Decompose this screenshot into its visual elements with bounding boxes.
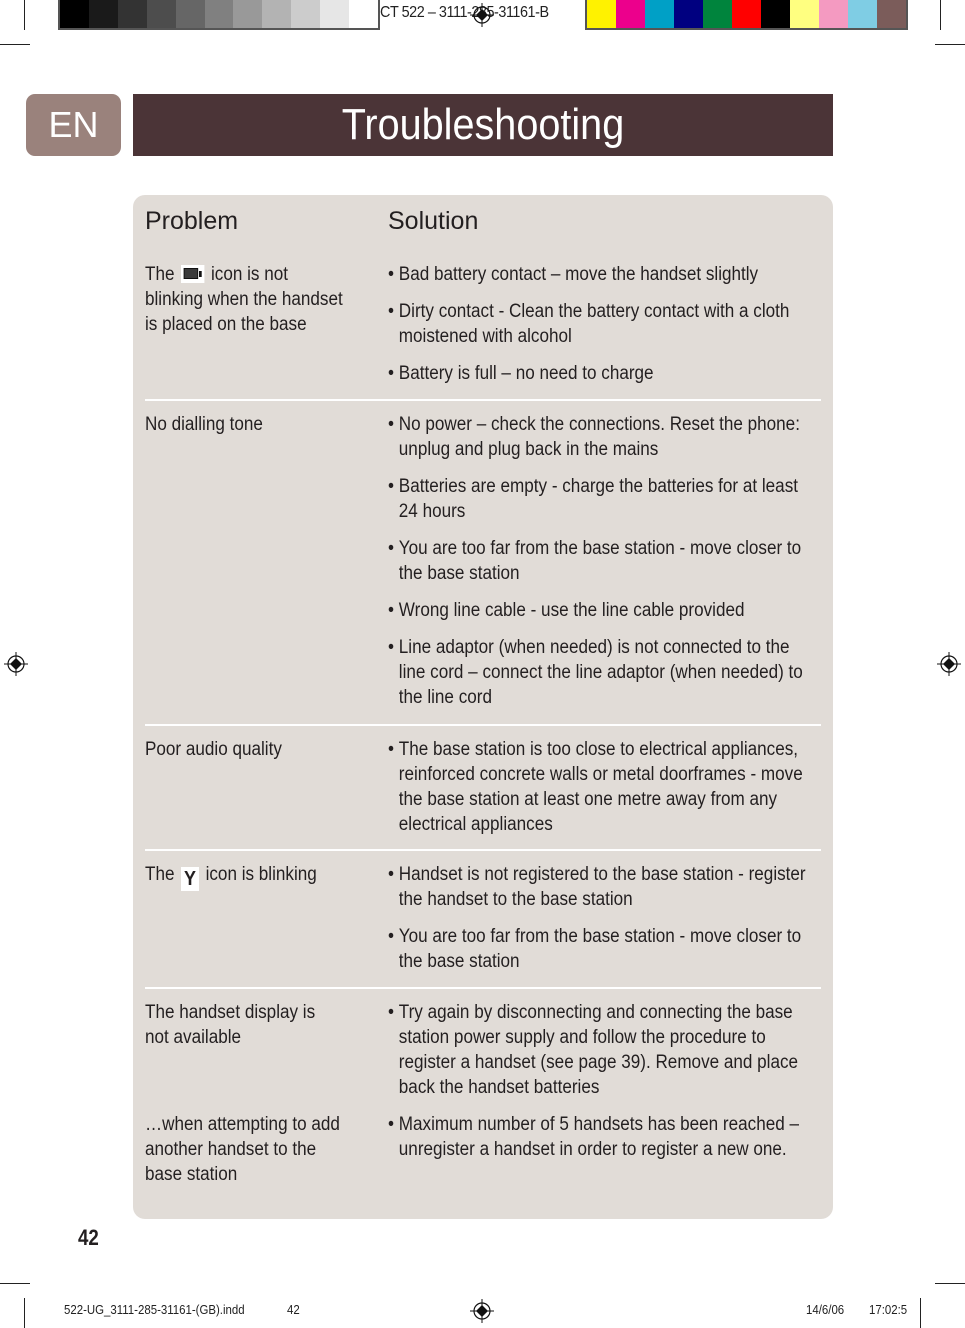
color-swatch — [262, 0, 292, 28]
troubleshooting-table: Problem Solution The icon is not blinkin… — [133, 195, 833, 1219]
crop-mark — [935, 1283, 965, 1284]
problem-cell: The handset display is not available — [145, 1002, 316, 1048]
problem-text: The — [145, 264, 175, 285]
color-swatch — [349, 0, 378, 28]
table-row: The icon is not blinking when the handse… — [145, 262, 821, 401]
solution-item: Wrong line cable - use the line cable pr… — [388, 598, 811, 623]
crop-mark — [940, 0, 941, 30]
solution-cell: Try again by disconnecting and connectin… — [388, 1000, 811, 1112]
solution-cell: Bad battery contact – move the handset s… — [388, 262, 811, 398]
solution-item: You are too far from the base station - … — [388, 924, 811, 974]
crop-mark — [24, 0, 25, 30]
color-swatch — [790, 0, 819, 28]
color-swatch — [60, 0, 89, 28]
slug-file-name: 522-UG_3111-285-31161-(GB).indd — [64, 1302, 245, 1317]
page-title: Troubleshooting — [341, 100, 625, 149]
table-row: The Y icon is blinking Handset is not re… — [145, 862, 821, 989]
solution-item: The base station is too close to electri… — [388, 737, 811, 837]
crop-mark — [24, 1298, 25, 1328]
problem-cell: Poor audio quality — [145, 739, 282, 760]
solution-item: Dirty contact - Clean the battery contac… — [388, 299, 811, 349]
solution-cell: Maximum number of 5 handsets has been re… — [388, 1112, 811, 1174]
solution-item: Try again by disconnecting and connectin… — [388, 1000, 811, 1100]
solution-item: Battery is full – no need to charge — [388, 361, 811, 386]
page-number: 42 — [78, 1225, 99, 1250]
color-swatch — [175, 0, 205, 28]
color-swatch — [320, 0, 350, 28]
table-row: The handset display is not available Try… — [145, 1000, 821, 1110]
table-row: Poor audio quality The base station is t… — [145, 737, 821, 851]
row-divider — [145, 724, 821, 726]
row-divider — [145, 987, 821, 989]
problem-cell: No dialling tone — [145, 414, 263, 435]
color-swatch — [88, 0, 118, 28]
registration-mark-icon — [470, 1299, 494, 1323]
table-row: …when attempting to add another handset … — [145, 1112, 821, 1202]
color-swatch — [616, 0, 645, 28]
problem-column-header: Problem — [145, 207, 239, 235]
antenna-icon: Y — [181, 867, 200, 891]
slug-page-number: 42 — [287, 1302, 300, 1317]
solution-cell: The base station is too close to electri… — [388, 737, 811, 849]
color-swatch — [233, 0, 263, 28]
row-divider — [145, 849, 821, 851]
battery-icon — [181, 265, 205, 283]
problem-cell: The icon is not blinking when the handse… — [145, 262, 343, 337]
solution-item: Line adaptor (when needed) is not connec… — [388, 635, 811, 710]
color-swatch — [204, 0, 234, 28]
language-tab: EN — [26, 94, 121, 156]
registration-mark-icon — [4, 652, 28, 676]
crop-mark — [0, 1283, 30, 1284]
solution-cell: No power – check the connections. Reset … — [388, 412, 811, 722]
solution-column-header: Solution — [388, 207, 479, 235]
color-swatch — [291, 0, 321, 28]
color-swatch — [117, 0, 147, 28]
row-divider — [145, 399, 821, 401]
registration-mark-icon — [470, 3, 494, 27]
solution-item: Maximum number of 5 handsets has been re… — [388, 1112, 811, 1162]
process-color-bar — [585, 0, 908, 30]
problem-cell: …when attempting to add another handset … — [145, 1114, 340, 1185]
solution-item: You are too far from the base station - … — [388, 536, 811, 586]
slug-date: 14/6/06 — [806, 1302, 845, 1317]
color-swatch — [732, 0, 761, 28]
color-swatch — [146, 0, 176, 28]
solution-item: Bad battery contact – move the handset s… — [388, 262, 811, 287]
grayscale-color-bar — [58, 0, 380, 30]
problem-cell: The Y icon is blinking — [145, 862, 343, 891]
solution-item: Batteries are empty - charge the batteri… — [388, 474, 811, 524]
color-swatch — [877, 0, 906, 28]
color-swatch — [587, 0, 616, 28]
color-swatch — [703, 0, 732, 28]
solution-item: Handset is not registered to the base st… — [388, 862, 811, 912]
problem-text: icon is blinking — [205, 864, 317, 885]
color-swatch — [645, 0, 674, 28]
problem-text: icon is not blinking when the handset is… — [145, 264, 343, 335]
table-row: No dialling tone No power – check the co… — [145, 412, 821, 726]
solution-cell: Handset is not registered to the base st… — [388, 862, 811, 986]
slug-time: 17:02:5 — [869, 1302, 908, 1317]
crop-mark — [935, 44, 965, 45]
color-swatch — [761, 0, 790, 28]
color-swatch — [819, 0, 848, 28]
crop-mark — [0, 44, 30, 45]
color-swatch — [674, 0, 703, 28]
registration-mark-icon — [937, 652, 961, 676]
slug-top: CT 522 – 3111-285-31161-B — [380, 4, 549, 21]
color-swatch — [848, 0, 877, 28]
page-title-bar: Troubleshooting — [133, 94, 833, 156]
crop-mark — [920, 1298, 921, 1328]
solution-item: No power – check the connections. Reset … — [388, 412, 811, 462]
problem-text: The — [145, 864, 175, 885]
